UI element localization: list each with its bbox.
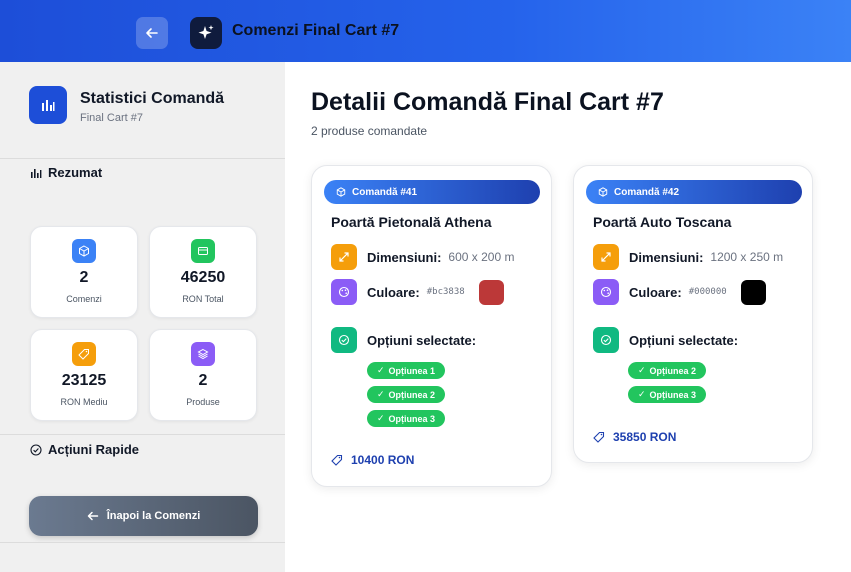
color-swatch bbox=[740, 279, 766, 305]
sparkles-icon bbox=[190, 17, 222, 49]
arrow-left-icon bbox=[87, 511, 98, 521]
stat-label: Comenzi bbox=[66, 294, 102, 304]
option-pill: ✓ Opțiunea 3 bbox=[367, 410, 446, 427]
stat-value: 46250 bbox=[180, 269, 226, 286]
back-button[interactable] bbox=[136, 17, 168, 49]
arrow-left-icon bbox=[146, 28, 158, 38]
check-circle-icon bbox=[30, 443, 42, 456]
dimensions-value: 1200 x 250 m bbox=[710, 250, 784, 264]
divider bbox=[0, 158, 285, 159]
options-row: Opțiuni selectate: bbox=[593, 327, 738, 353]
page-title: Detalii Comandă Final Cart #7 bbox=[311, 88, 664, 116]
option-label: Opțiunea 1 bbox=[388, 365, 436, 376]
palette-icon bbox=[593, 279, 619, 305]
stat-value: 23125 bbox=[61, 372, 107, 389]
page-header-title: Comenzi Final Cart #7 bbox=[232, 22, 400, 39]
option-pill: ✓ Opțiunea 1 bbox=[367, 362, 446, 379]
bar-chart-icon bbox=[29, 86, 67, 124]
summary-label: Rezumat bbox=[48, 165, 103, 180]
color-swatch bbox=[478, 279, 504, 305]
cube-icon bbox=[72, 239, 96, 263]
dimensions-value: 600 x 200 m bbox=[448, 250, 515, 264]
stat-label: Produse bbox=[186, 397, 220, 407]
check-icon: ✓ bbox=[377, 389, 385, 399]
sidebar: Statistici Comandă Final Cart #7 Rezumat… bbox=[0, 62, 285, 572]
price-value: 10400 RON bbox=[351, 453, 415, 467]
color-code: #000000 bbox=[688, 287, 727, 297]
option-pill: ✓ Opțiunea 3 bbox=[628, 386, 707, 403]
tag-icon bbox=[72, 342, 96, 366]
divider bbox=[0, 542, 285, 543]
bar-chart-icon bbox=[31, 168, 42, 178]
options-label: Opțiuni selectate: bbox=[629, 332, 739, 348]
credit-card-icon bbox=[191, 239, 215, 263]
color-row: Culoare: #bc3838 bbox=[331, 279, 504, 305]
order-number: Comandă #41 bbox=[352, 186, 418, 198]
option-label: Opțiunea 3 bbox=[649, 389, 697, 400]
options-label: Opțiuni selectate: bbox=[367, 332, 477, 348]
dimensions-row: Dimensiuni: 600 x 200 m bbox=[331, 244, 514, 270]
check-icon: ✓ bbox=[377, 413, 385, 423]
price-value: 35850 RON bbox=[613, 430, 677, 444]
stat-value: 2 bbox=[79, 269, 89, 286]
sidebar-title: Statistici Comandă bbox=[80, 90, 225, 107]
expand-icon bbox=[593, 244, 619, 270]
dimensions-row: Dimensiuni: 1200 x 250 m bbox=[593, 244, 783, 270]
stat-card-products: 2 Produse bbox=[149, 329, 257, 421]
stat-card-average: 23125 RON Mediu bbox=[30, 329, 138, 421]
stat-value: 2 bbox=[198, 372, 208, 389]
divider bbox=[0, 434, 285, 435]
top-bar: Comenzi Final Cart #7 bbox=[0, 0, 851, 62]
back-to-orders-button[interactable]: Înapoi la Comenzi bbox=[29, 496, 258, 536]
check-circle-icon bbox=[331, 327, 357, 353]
back-to-orders-label: Înapoi la Comenzi bbox=[106, 510, 201, 522]
order-card: Comandă #41 Poartă Pietonală Athena Dime… bbox=[311, 165, 552, 487]
layers-icon bbox=[191, 342, 215, 366]
option-label: Opțiunea 2 bbox=[649, 365, 697, 376]
check-icon: ✓ bbox=[377, 365, 385, 375]
option-pill: ✓ Opțiunea 2 bbox=[367, 386, 446, 403]
order-badge: Comandă #41 bbox=[324, 180, 540, 204]
color-label: Culoare: bbox=[367, 284, 420, 300]
stat-card-total: 46250 RON Total bbox=[149, 226, 257, 318]
order-badge: Comandă #42 bbox=[586, 180, 802, 204]
check-icon: ✓ bbox=[638, 389, 646, 399]
tag-icon bbox=[331, 454, 343, 466]
order-card: Comandă #42 Poartă Auto Toscana Dimensiu… bbox=[573, 165, 813, 463]
color-label: Culoare: bbox=[629, 284, 682, 300]
price: 35850 RON bbox=[593, 430, 676, 444]
summary-section-label: Rezumat bbox=[30, 165, 102, 180]
option-label: Opțiunea 3 bbox=[388, 413, 436, 424]
cube-icon bbox=[336, 187, 346, 197]
product-name: Poartă Pietonală Athena bbox=[331, 214, 492, 230]
palette-icon bbox=[331, 279, 357, 305]
color-code: #bc3838 bbox=[426, 287, 465, 297]
quick-actions-label: Acțiuni Rapide bbox=[48, 442, 140, 457]
stat-label: RON Total bbox=[182, 294, 224, 304]
dimensions-label: Dimensiuni: bbox=[629, 249, 704, 265]
tag-icon bbox=[593, 431, 605, 443]
order-number: Comandă #42 bbox=[614, 186, 680, 198]
check-circle-icon bbox=[593, 327, 619, 353]
check-icon: ✓ bbox=[638, 365, 646, 375]
stat-label: RON Mediu bbox=[60, 397, 108, 407]
options-row: Opțiuni selectate: bbox=[331, 327, 476, 353]
stat-card-orders: 2 Comenzi bbox=[30, 226, 138, 318]
price: 10400 RON bbox=[331, 453, 414, 467]
expand-icon bbox=[331, 244, 357, 270]
option-pill: ✓ Opțiunea 2 bbox=[628, 362, 707, 379]
quick-actions-section-label: Acțiuni Rapide bbox=[30, 442, 139, 457]
product-name: Poartă Auto Toscana bbox=[593, 214, 732, 230]
dimensions-label: Dimensiuni: bbox=[367, 249, 442, 265]
cube-icon bbox=[598, 187, 608, 197]
page-subtitle: 2 produse comandate bbox=[311, 124, 428, 138]
sidebar-subtitle: Final Cart #7 bbox=[80, 112, 143, 124]
option-label: Opțiunea 2 bbox=[388, 389, 436, 400]
color-row: Culoare: #000000 bbox=[593, 279, 766, 305]
